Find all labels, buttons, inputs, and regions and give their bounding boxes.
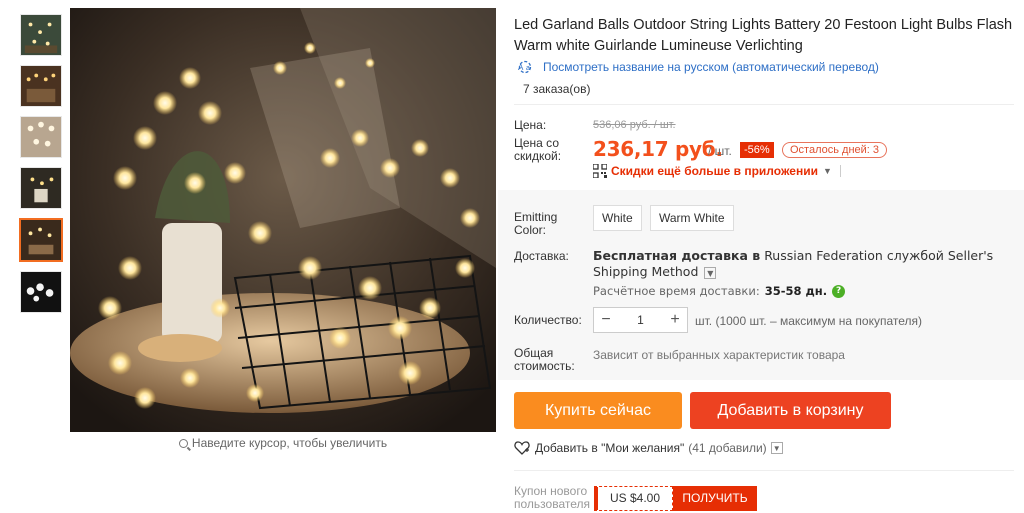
zoom-hint: Наведите курсор, чтобы увеличить <box>70 436 496 450</box>
thumbnail-5-selected[interactable] <box>19 218 63 262</box>
qr-code-icon <box>593 164 607 178</box>
separator <box>839 165 841 177</box>
divider <box>514 470 1014 471</box>
help-icon[interactable]: ? <box>832 284 846 298</box>
quantity-info: шт. (1000 шт. – максимум на покупателя) <box>695 314 923 328</box>
color-option-white[interactable]: White <box>593 205 642 231</box>
per-unit: / шт. <box>708 144 732 158</box>
shipping-via: службой <box>886 248 944 263</box>
app-promo-text[interactable]: Скидки ещё больше в приложении <box>611 164 818 178</box>
translate-icon: A a <box>518 60 532 74</box>
color-label: Emitting Color: <box>514 210 558 237</box>
add-to-cart-label: Добавить в корзину <box>717 402 864 419</box>
magnifier-icon <box>178 439 188 448</box>
buy-now-label: Купить сейчас <box>544 402 652 419</box>
quantity-input[interactable]: 1 <box>618 313 663 327</box>
shipping-label: Доставка: <box>514 249 569 263</box>
quantity-plus-button[interactable]: + <box>663 311 687 329</box>
delivery-time-label: Расчётное время доставки: <box>593 284 760 298</box>
thumbnail-6[interactable] <box>20 271 62 313</box>
quantity-label: Количество: <box>514 313 582 327</box>
discount-price: 236,17 руб. <box>593 137 723 161</box>
thumbnail-4[interactable] <box>20 167 62 209</box>
product-photo <box>70 8 496 432</box>
svg-text:a: a <box>526 65 530 72</box>
days-left-badge: Осталось дней: 3 <box>782 142 888 158</box>
coupon-label: Купон нового пользователя <box>514 484 590 511</box>
add-to-cart-button[interactable]: Добавить в корзину <box>690 392 891 429</box>
discount-badge: -56% <box>740 142 774 158</box>
wishlist-link[interactable]: Добавить в "Мои желания" (41 добавили) ▼ <box>514 441 783 455</box>
thumbnail-1[interactable] <box>20 14 62 56</box>
thumbnail-3[interactable] <box>20 116 62 158</box>
divider <box>514 104 1014 105</box>
shipping-dropdown-icon[interactable]: ▼ <box>704 267 717 279</box>
old-price: 536,06 руб. / шт. <box>593 119 676 131</box>
quantity-stepper: − 1 + <box>593 307 688 333</box>
translate-link-text[interactable]: Посмотреть название на русском (автомати… <box>543 60 879 74</box>
delivery-time-value: 35-58 дн. <box>764 284 828 298</box>
thumbnail-image <box>21 117 61 157</box>
delivery-time: Расчётное время доставки: 35-58 дн. ? <box>593 284 846 298</box>
orders-count: 7 заказа(ов) <box>523 82 591 96</box>
translate-link[interactable]: A a Посмотреть название на русском (авто… <box>514 60 879 74</box>
wishlist-count: (41 добавили) <box>688 441 767 455</box>
quantity-minus-button[interactable]: − <box>594 311 618 329</box>
get-coupon-button[interactable]: ПОЛУЧИТЬ <box>673 486 757 511</box>
coupon-amount: US $4.00 <box>594 486 673 511</box>
color-option-warm-white[interactable]: Warm White <box>650 205 734 231</box>
shipping-country: Russian Federation <box>764 248 883 263</box>
free-shipping-text: Бесплатная доставка в <box>593 248 761 263</box>
thumbnail-image <box>21 220 61 260</box>
product-title: Led Garland Balls Outdoor String Lights … <box>514 17 1013 54</box>
price-label: Цена: <box>514 118 547 132</box>
heart-icon <box>514 441 530 455</box>
product-main-image[interactable] <box>70 8 496 432</box>
chevron-down-icon: ▼ <box>822 166 832 176</box>
wishlist-label[interactable]: Добавить в "Мои желания" <box>535 441 684 455</box>
thumbnail-list <box>19 14 64 322</box>
thumbnail-image <box>21 66 61 106</box>
discount-price-label: Цена со скидкой: <box>514 136 562 163</box>
shipping-info: Бесплатная доставка в Russian Federation… <box>593 248 1013 280</box>
zoom-hint-text: Наведите курсор, чтобы увеличить <box>191 436 388 450</box>
thumbnail-image <box>21 272 61 312</box>
thumbnail-2[interactable] <box>20 65 62 107</box>
total-label: Общая стоимость: <box>514 346 575 373</box>
thumbnail-image <box>21 15 61 55</box>
app-promo[interactable]: Скидки ещё больше в приложении ▼ <box>593 164 841 178</box>
total-info: Зависит от выбранных характеристик товар… <box>593 348 845 362</box>
buy-now-button[interactable]: Купить сейчас <box>514 392 682 429</box>
thumbnail-image <box>21 168 61 208</box>
chevron-down-icon[interactable]: ▼ <box>770 442 783 454</box>
svg-text:A: A <box>518 63 524 72</box>
